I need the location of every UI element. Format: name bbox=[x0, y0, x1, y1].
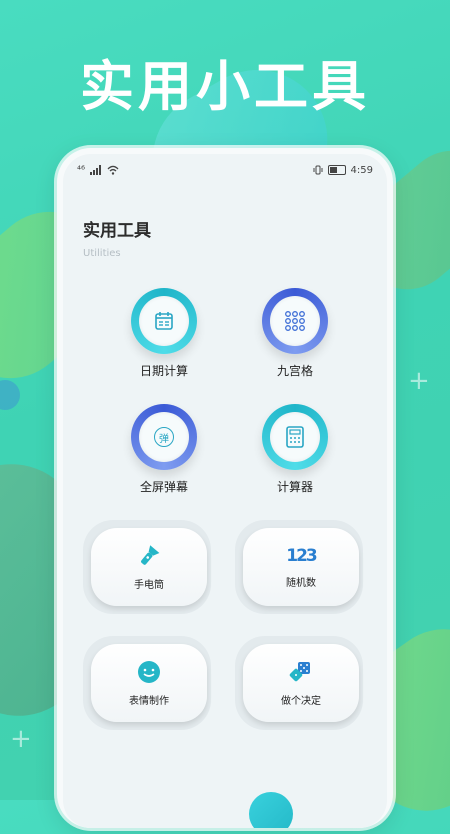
signal-text: ⁴⁶ bbox=[77, 164, 86, 176]
tool-calculator[interactable]: 计算器 bbox=[240, 404, 350, 495]
page-subtitle: Utilities bbox=[83, 248, 121, 259]
grid-icon bbox=[285, 311, 305, 331]
tool-label: 手电筒 bbox=[134, 579, 164, 591]
status-bar: ⁴⁶ 4:59 bbox=[77, 162, 373, 178]
tool-label: 计算器 bbox=[276, 480, 313, 494]
battery-icon bbox=[327, 165, 346, 175]
headline: 实用小工具 bbox=[80, 55, 370, 118]
emoji-icon bbox=[138, 660, 160, 683]
danmaku-icon: 弹 bbox=[154, 427, 174, 447]
tool-nine-grid[interactable]: 九宫格 bbox=[240, 288, 350, 379]
calendar-icon bbox=[155, 312, 173, 330]
tool-date-calculation[interactable]: 日期计算 bbox=[109, 288, 219, 379]
tool-label: 随机数 bbox=[286, 577, 316, 589]
phone-frame: ⁴⁶ 4:59 实用工具 Utilities 日期计算 九宫格 弹 全屏弹幕 计… bbox=[57, 148, 393, 828]
status-time: 4:59 bbox=[350, 164, 373, 176]
tool-emoji-maker[interactable]: 表情制作 bbox=[83, 636, 211, 730]
plus-decoration-icon: + bbox=[408, 366, 430, 396]
calculator-icon bbox=[286, 426, 304, 448]
tool-flashlight[interactable]: 手电筒 bbox=[83, 520, 211, 614]
page-title: 实用工具 bbox=[83, 221, 151, 241]
background-shape bbox=[0, 380, 20, 410]
signal-icon bbox=[90, 165, 102, 175]
tool-label: 做个决定 bbox=[281, 695, 321, 707]
tool-label: 全屏弹幕 bbox=[139, 480, 188, 494]
wifi-icon bbox=[107, 165, 119, 175]
tool-label: 日期计算 bbox=[139, 364, 188, 378]
floating-action-button[interactable] bbox=[249, 792, 293, 828]
tool-make-decision[interactable]: 做个决定 bbox=[235, 636, 363, 730]
random-number-icon: 123 bbox=[286, 545, 317, 566]
tool-random-number[interactable]: 123 随机数 bbox=[235, 520, 363, 614]
tool-label: 表情制作 bbox=[129, 695, 169, 707]
vibrate-icon bbox=[313, 165, 323, 175]
flashlight-icon bbox=[141, 544, 160, 565]
plus-decoration-icon: + bbox=[10, 724, 32, 754]
tool-fullscreen-danmaku[interactable]: 弹 全屏弹幕 bbox=[109, 404, 219, 495]
app-screen: ⁴⁶ 4:59 实用工具 Utilities 日期计算 九宫格 弹 全屏弹幕 计… bbox=[63, 154, 387, 828]
tool-label: 九宫格 bbox=[276, 364, 313, 378]
dice-icon bbox=[289, 661, 310, 681]
